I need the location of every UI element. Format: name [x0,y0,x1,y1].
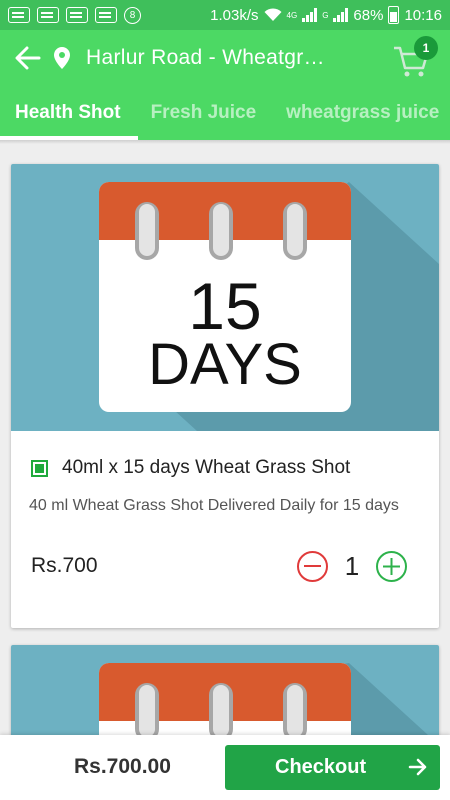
minus-icon [304,565,321,567]
app-notification-icon [66,7,88,23]
tab-wheatgrass-juice[interactable]: wheatgrass juice [286,86,439,140]
back-button[interactable] [0,30,56,86]
photo-notification-icon [37,7,59,23]
product-description: 40 ml Wheat Grass Shot Delivered Daily f… [29,497,399,514]
tab-health-shot[interactable]: Health Shot [15,86,121,140]
checkout-label: Checkout [275,756,367,778]
increase-quantity-button[interactable] [376,550,407,582]
signal-icon-2 [333,8,349,22]
wifi-icon [264,8,282,21]
category-tabs: Health Shot Fresh Juice wheatgrass juice [0,86,450,140]
tab-fresh-juice[interactable]: Fresh Juice [151,86,257,140]
battery-icon [388,6,400,24]
network-speed: 1.03k/s [210,6,259,24]
arrow-right-icon [408,758,427,776]
product-image: 15 DAYS [11,164,439,431]
tabs-shadow [0,140,450,144]
photo-notification-icon [95,7,117,23]
checkout-button[interactable]: Checkout [225,745,440,790]
arrow-left-icon [15,46,41,70]
location-pin-icon [50,46,74,70]
calendar-illustration: 15 DAYS [99,182,439,431]
checkout-bar: Rs.700.00 Checkout [0,735,450,800]
notification-icons: 8 [8,6,141,24]
calendar-unit: DAYS [148,332,302,397]
plus-icon [383,557,400,575]
quantity-value: 1 [344,550,360,581]
cart-button[interactable]: 1 [392,36,438,82]
clock: 10:16 [404,6,442,24]
signal-icon [302,8,318,22]
status-bar: 8 1.03k/s 4G G 68% 10:16 [0,0,450,30]
app-toolbar: Harlur Road - Wheatgrass Delivery 1 [0,30,450,86]
battery-percent: 68% [353,6,384,24]
location-title[interactable]: Harlur Road - Wheatgrass Delivery [86,46,326,70]
veg-indicator-icon [31,459,48,477]
product-price: Rs.700 [31,554,98,577]
product-name: 40ml x 15 days Wheat Grass Shot [62,457,351,478]
product-card[interactable]: 15 DAYS 40ml x 15 days Wheat Grass Shot … [11,164,439,628]
cart-count-badge: 1 [414,36,438,60]
notification-count-icon: 8 [124,6,141,24]
photo-notification-icon [8,7,30,23]
network-type-label-2: G [322,10,329,20]
quantity-stepper: 1 [297,550,407,582]
network-type-label: 4G [286,10,298,20]
cart-total: Rs.700.00 [74,755,171,778]
decrease-quantity-button[interactable] [297,550,328,582]
